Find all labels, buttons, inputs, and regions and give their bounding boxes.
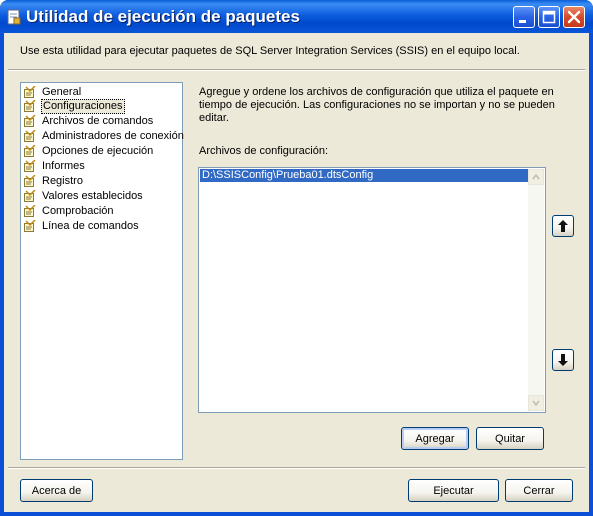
add-config-label: Agregar (415, 432, 455, 445)
nav-panel: General Configuraciones Archivos de coma… (20, 82, 185, 460)
nav-item-informes[interactable]: Informes (24, 159, 86, 173)
properties-icon (24, 99, 37, 113)
nav-item-label: Archivos de comandos (42, 114, 154, 127)
vertical-scrollbar[interactable] (528, 169, 544, 411)
about-button[interactable]: Acerca de (20, 479, 93, 502)
scroll-up-button[interactable] (528, 169, 544, 185)
close-window-button[interactable] (563, 6, 585, 28)
config-info-text: Agregue y ordene los archivos de configu… (199, 86, 555, 124)
chevron-down-icon (532, 400, 540, 406)
dialog-client: Use esta utilidad para ejecutar paquetes… (4, 33, 589, 512)
nav-item-opciones-de-ejecucion[interactable]: Opciones de ejecución (24, 144, 154, 158)
nav-item-archivos-de-comandos[interactable]: Archivos de comandos (24, 114, 154, 128)
nav-item-label: Opciones de ejecución (42, 144, 154, 157)
properties-icon (24, 144, 37, 158)
properties-icon (24, 85, 37, 99)
remove-config-button[interactable]: Quitar (476, 427, 544, 450)
execute-label: Ejecutar (433, 484, 474, 497)
properties-icon (24, 129, 37, 143)
properties-icon (24, 189, 37, 203)
package-icon (6, 9, 22, 25)
close-label: Cerrar (523, 484, 555, 497)
properties-icon (24, 174, 37, 188)
maximize-button[interactable] (538, 6, 560, 28)
nav-item-configuraciones[interactable]: Configuraciones (24, 98, 125, 114)
nav-item-label: General (42, 85, 82, 98)
nav-item-label: Administradores de conexión (42, 129, 184, 142)
nav-item-label: Comprobación (42, 204, 114, 217)
window-frame-bottom (0, 512, 593, 516)
arrow-down-icon (558, 354, 568, 366)
remove-config-label: Quitar (495, 432, 525, 445)
nav-item-label: Informes (42, 159, 85, 172)
move-down-button[interactable] (552, 349, 574, 371)
window-title: Utilidad de ejecución de paquetes (26, 7, 300, 26)
properties-icon (24, 159, 37, 173)
chevron-up-icon (532, 174, 540, 180)
close-icon (567, 10, 581, 24)
header-divider (8, 69, 585, 71)
dialog-description: Use esta utilidad para ejecutar paquetes… (20, 45, 520, 57)
add-config-button[interactable]: Agregar (401, 427, 469, 450)
properties-icon (24, 114, 37, 128)
list-item[interactable]: D:\SSISConfig\Prueba01.dtsConfig (200, 169, 528, 182)
nav-item-label: Configuraciones (41, 98, 125, 114)
minimize-button[interactable] (513, 6, 535, 28)
scroll-down-button[interactable] (528, 395, 544, 411)
nav-item-label: Registro (42, 174, 83, 187)
nav-item-registro[interactable]: Registro (24, 174, 84, 188)
title-bar[interactable]: Utilidad de ejecución de paquetes (0, 0, 593, 33)
nav-item-general[interactable]: General (24, 85, 82, 99)
config-files-list[interactable]: D:\SSISConfig\Prueba01.dtsConfig (198, 167, 546, 413)
properties-icon (24, 204, 37, 218)
nav-item-comprobacion[interactable]: Comprobación (24, 204, 115, 218)
nav-item-label: Línea de comandos (42, 219, 139, 232)
arrow-up-icon (558, 220, 568, 232)
close-button[interactable]: Cerrar (505, 479, 573, 502)
maximize-icon (542, 10, 556, 24)
execute-button[interactable]: Ejecutar (408, 479, 499, 502)
properties-icon (24, 219, 37, 233)
nav-item-administradores-de-conexion[interactable]: Administradores de conexión (24, 129, 185, 143)
move-up-button[interactable] (552, 215, 574, 237)
about-label: Acerca de (31, 484, 82, 497)
config-files-label: Archivos de configuración: (199, 145, 329, 157)
nav-item-label: Valores establecidos (42, 189, 143, 202)
window-frame-right (589, 33, 593, 516)
nav-item-valores-establecidos[interactable]: Valores establecidos (24, 189, 144, 203)
nav-item-linea-de-comandos[interactable]: Línea de comandos (24, 219, 140, 233)
dialog-window: Utilidad de ejecución de paquetes Use es… (0, 0, 593, 516)
footer-divider (8, 467, 585, 469)
minimize-icon (519, 20, 526, 23)
